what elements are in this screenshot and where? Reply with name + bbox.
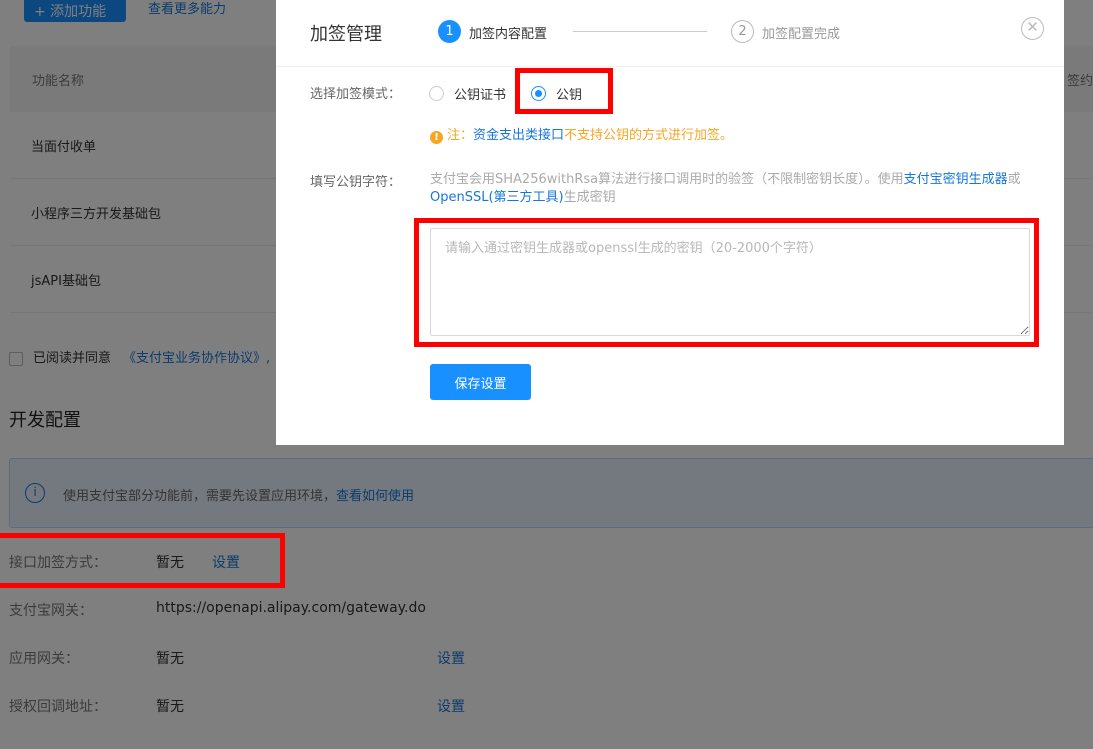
key-generator-link[interactable]: 支付宝密钥生成器 xyxy=(904,172,1008,187)
radio-circle-selected[interactable] xyxy=(531,86,546,101)
step-connector xyxy=(573,31,707,32)
step-number: 2 xyxy=(731,20,754,43)
key-label: 填写公钥字符： xyxy=(310,175,402,190)
step-number: 1 xyxy=(438,20,461,43)
mode-label: 选择加签模式： xyxy=(310,87,402,102)
openssl-link[interactable]: OpenSSL(第三方工具) xyxy=(430,190,564,205)
step-label: 加签配置完成 xyxy=(762,27,841,42)
modal-title: 加签管理 xyxy=(310,24,382,45)
key-description: 支付宝会用SHA256withRsa算法进行接口调用时的验签（不限制密钥长度）。… xyxy=(430,171,1030,207)
notice-prefix: 注： xyxy=(447,128,474,143)
close-icon[interactable]: ✕ xyxy=(1021,17,1044,40)
radio-label: 公钥 xyxy=(556,88,583,103)
notice: ! 注：资金支出类接口不支持公钥的方式进行加签。 xyxy=(430,124,733,144)
desc-text: 或 xyxy=(1007,172,1021,187)
desc-text: 支付宝会用SHA256withRsa算法进行接口调用时的验签（不限制密钥长度）。… xyxy=(430,172,904,187)
radio-circle[interactable] xyxy=(429,86,444,101)
desc-text: 生成密钥 xyxy=(563,190,616,205)
warning-icon: ! xyxy=(430,131,443,144)
sign-management-modal: 加签管理 1 加签内容配置 2 加签配置完成 ✕ 选择加签模式： 公钥证书 公钥… xyxy=(276,0,1064,445)
notice-suffix: 不支持公钥的方式进行加签。 xyxy=(564,128,734,143)
fund-api-link[interactable]: 资金支出类接口 xyxy=(473,128,564,143)
save-settings-button[interactable]: 保存设置 xyxy=(430,364,531,400)
radio-label: 公钥证书 xyxy=(454,88,507,103)
step-label: 加签内容配置 xyxy=(469,27,548,42)
divider xyxy=(276,66,1064,67)
public-key-input[interactable] xyxy=(430,228,1030,336)
